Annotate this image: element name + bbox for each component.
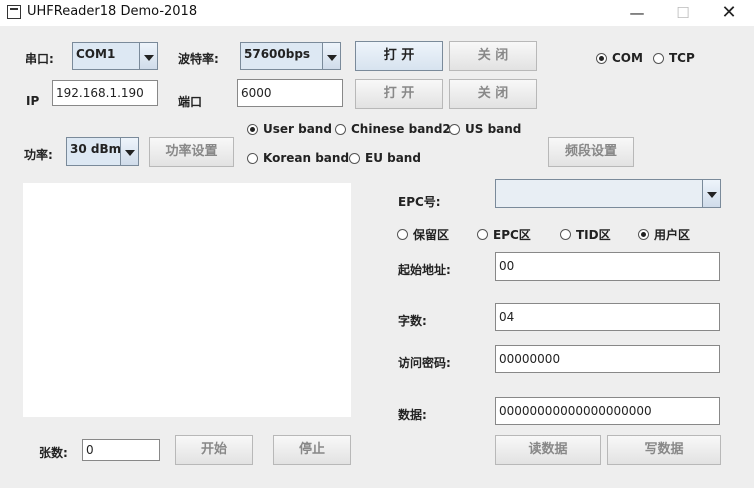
- ip-label: IP: [26, 94, 40, 108]
- power-label: 功率:: [24, 148, 53, 162]
- start-address-input[interactable]: 00: [495, 252, 720, 281]
- band-korean-label: Korean band: [263, 151, 350, 165]
- mem-tid-radio[interactable]: TID区: [560, 226, 611, 243]
- chevron-down-icon[interactable]: [120, 138, 138, 165]
- serial-port-label: 串口:: [25, 52, 54, 66]
- radio-unselected-icon: [560, 229, 571, 240]
- mem-tid-label: TID区: [576, 228, 611, 242]
- tag-count-input[interactable]: 0: [82, 439, 160, 461]
- close-button[interactable]: ✕: [706, 0, 752, 26]
- access-password-label: 访问密码:: [398, 356, 451, 370]
- ip-input[interactable]: 192.168.1.190: [52, 80, 158, 106]
- radio-selected-icon: [247, 123, 258, 135]
- band-us-label: US band: [465, 122, 522, 136]
- serial-close-button[interactable]: 关 闭: [449, 41, 537, 71]
- power-select[interactable]: 30 dBm: [66, 137, 139, 166]
- start-button[interactable]: 开始: [175, 435, 253, 465]
- tag-count-label: 张数:: [39, 446, 68, 460]
- network-port-label: 端口: [178, 95, 203, 109]
- radio-unselected-icon: [477, 229, 488, 240]
- chevron-down-icon[interactable]: [702, 180, 720, 207]
- app-window: UHFReader18 Demo-2018 — ☐ ✕ 串口: COM1 波特率…: [0, 0, 754, 488]
- epc-select[interactable]: [495, 179, 721, 208]
- radio-unselected-icon: [247, 152, 258, 164]
- network-port-input[interactable]: 6000: [237, 79, 343, 107]
- window-title: UHFReader18 Demo-2018: [27, 4, 198, 19]
- band-eu-label: EU band: [365, 151, 421, 165]
- power-set-button[interactable]: 功率设置: [149, 137, 234, 167]
- radio-unselected-icon: [653, 52, 664, 64]
- app-icon: [7, 5, 21, 19]
- mode-tcp-label: TCP: [669, 51, 695, 65]
- band-user-radio[interactable]: User band: [247, 122, 332, 136]
- band-eu-radio[interactable]: EU band: [349, 151, 421, 165]
- mem-epc-radio[interactable]: EPC区: [477, 226, 531, 243]
- serial-port-value: COM1: [76, 47, 116, 61]
- stop-button[interactable]: 停止: [273, 435, 351, 465]
- network-close-button[interactable]: 关 闭: [449, 79, 537, 109]
- mem-reserved-radio[interactable]: 保留区: [397, 226, 449, 243]
- baud-rate-select[interactable]: 57600bps: [240, 42, 341, 70]
- radio-unselected-icon: [335, 123, 346, 135]
- mem-reserved-label: 保留区: [413, 228, 450, 242]
- serial-port-select[interactable]: COM1: [72, 42, 158, 70]
- baud-rate-value: 57600bps: [244, 47, 311, 61]
- radio-unselected-icon: [449, 123, 460, 135]
- band-chinese2-label: Chinese band2: [351, 122, 451, 136]
- baud-rate-label: 波特率:: [178, 52, 219, 66]
- data-input[interactable]: 00000000000000000000: [495, 397, 720, 425]
- mem-user-radio[interactable]: 用户区: [638, 226, 690, 243]
- start-address-label: 起始地址:: [398, 263, 451, 277]
- chevron-down-icon[interactable]: [139, 43, 157, 69]
- band-us-radio[interactable]: US band: [449, 122, 521, 136]
- radio-selected-icon: [638, 229, 649, 240]
- network-open-button[interactable]: 打 开: [355, 79, 443, 109]
- mode-tcp-radio[interactable]: TCP: [653, 51, 695, 65]
- chevron-down-icon[interactable]: [322, 43, 340, 69]
- epc-label: EPC号:: [398, 195, 441, 209]
- maximize-button[interactable]: ☐: [660, 0, 706, 26]
- radio-selected-icon: [596, 52, 607, 64]
- read-data-button[interactable]: 读数据: [495, 435, 601, 465]
- word-count-label: 字数:: [398, 314, 427, 328]
- band-chinese2-radio[interactable]: Chinese band2: [335, 122, 451, 136]
- radio-unselected-icon: [397, 229, 408, 240]
- data-label: 数据:: [398, 408, 427, 422]
- band-user-label: User band: [263, 122, 332, 136]
- tag-list[interactable]: [23, 183, 351, 417]
- mem-epc-label: EPC区: [493, 228, 531, 242]
- title-bar: UHFReader18 Demo-2018 — ☐ ✕: [0, 0, 754, 26]
- word-count-input[interactable]: 04: [495, 303, 720, 331]
- band-set-button[interactable]: 频段设置: [548, 137, 634, 167]
- mode-com-radio[interactable]: COM: [596, 51, 643, 65]
- serial-open-button[interactable]: 打 开: [355, 41, 443, 71]
- mode-com-label: COM: [612, 51, 643, 65]
- mem-user-label: 用户区: [654, 228, 691, 242]
- power-value: 30 dBm: [70, 142, 122, 156]
- minimize-button[interactable]: —: [614, 0, 660, 26]
- band-korean-radio[interactable]: Korean band: [247, 151, 349, 165]
- access-password-input[interactable]: 00000000: [495, 345, 720, 373]
- radio-unselected-icon: [349, 152, 360, 164]
- write-data-button[interactable]: 写数据: [607, 435, 721, 465]
